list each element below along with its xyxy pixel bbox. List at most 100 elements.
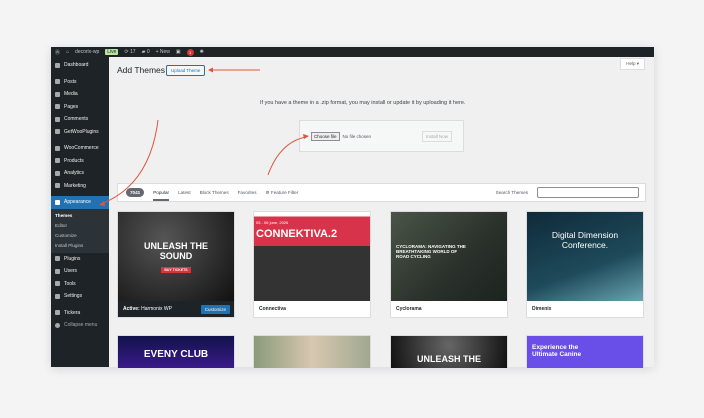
sidebar-item-comments[interactable]: Comments [51,113,109,126]
submenu-themes[interactable]: Themes [51,211,109,221]
collapse-menu-button[interactable]: Collapse menu [51,319,109,332]
pin-icon [55,79,60,85]
theme-card[interactable]: Experience the Ultimate Canine [526,335,644,368]
ticket-icon [55,310,60,316]
label: Pages [64,103,79,110]
theme-screenshot[interactable]: EVENY CLUB [118,336,234,368]
search-themes-input[interactable] [537,187,639,198]
theme-card[interactable] [253,335,371,368]
sidebar-item-settings[interactable]: Settings [51,290,109,303]
theme-name: Dimenix [532,306,552,312]
tab-favorites[interactable]: Favorites [238,190,257,195]
label: Products [64,157,84,164]
upload-theme-button[interactable]: Upload Theme [166,65,206,76]
theme-card-cyclorama[interactable]: CYCLORAMA: NAVIGATING THE BREATHTAKING W… [390,211,508,318]
submenu-customize[interactable]: Customize [51,231,109,241]
preview-text: EVENY CLUB [143,349,209,360]
sidebar-item-tools[interactable]: Tools [51,278,109,291]
label: Tools [64,280,76,287]
megaphone-icon [55,183,60,189]
theme-card-connectiva[interactable]: 05 - 06 june, 2026 CONNEKTIVA.2 Connectiv… [253,211,371,318]
theme-caption: Connectiva [254,301,370,317]
sidebar-item-woocommerce[interactable]: WooCommerce [51,142,109,155]
theme-card[interactable]: EVENY CLUB [117,335,235,368]
wordpress-logo-icon[interactable]: Ⓦ [55,49,60,56]
preview-text: Digital Dimension Conference. [551,230,619,250]
upload-description: If you have a theme in a .zip format, yo… [260,100,466,106]
theme-screenshot[interactable]: 05 - 06 june, 2026 CONNEKTIVA.2 [254,212,370,301]
label: Media [64,91,78,98]
tab-latest[interactable]: Latest [178,190,191,195]
settings-icon[interactable]: ✺ [200,49,204,55]
theme-caption: Active: Harmonix WP Customize [118,301,234,317]
help-tab[interactable]: Help ▾ [620,58,645,70]
theme-count: 7041 [126,188,145,197]
tab-block-themes[interactable]: Block Themes [200,190,229,195]
label: Marketing [64,182,86,189]
theme-name: Connectiva [259,306,286,312]
theme-card-dimenix[interactable]: Digital Dimension Conference. Dimenix [526,211,644,318]
sidebar-item-posts[interactable]: Posts [51,76,109,89]
site-name-link[interactable]: decorix-wp [75,49,99,55]
label: WooCommerce [64,145,99,152]
collapse-icon [55,322,60,328]
brush-icon [55,199,60,205]
theme-screenshot[interactable]: Experience the Ultimate Canine [527,336,643,368]
label: Tickera [64,309,81,316]
updates-icon[interactable]: ⟳ 17 [124,49,135,55]
pages-icon [55,104,60,110]
sidebar-item-analytics[interactable]: Analytics [51,167,109,180]
yoast-icon[interactable]: ▣ [176,49,181,55]
theme-card[interactable]: UNLEASH THE [390,335,508,368]
theme-screenshot[interactable]: CYCLORAMA: NAVIGATING THE BREATHTAKING W… [391,212,507,301]
theme-name: Harmonix WP [141,306,172,312]
page-title: Add Themes [117,65,166,75]
comments-icon[interactable]: ▰ 0 [142,49,150,55]
install-now-button[interactable]: Install Now [421,130,452,142]
label: Analytics [64,170,85,177]
theme-screenshot[interactable]: Digital Dimension Conference. [527,212,643,301]
users-icon [55,268,60,274]
sidebar-item-users[interactable]: Users [51,265,109,278]
sidebar-item-plugins[interactable]: Plugins [51,253,109,266]
browser-window: Ⓦ ⌂ decorix-wp Live ⟳ 17 ▰ 0 + New ▣ 1 ✺ D… [51,47,654,368]
theme-name: Cyclorama [396,306,422,312]
sidebar-item-media[interactable]: Media [51,88,109,101]
theme-card-harmonix[interactable]: UNLEASH THE SOUND BUY TICKETS Active: Har… [117,211,235,318]
sidebar-item-pages[interactable]: Pages [51,101,109,114]
sidebar-item-tickera[interactable]: Tickera [51,307,109,320]
appearance-submenu: Themes Editor Customize Install Plugins [51,208,109,253]
feature-filter-button[interactable]: ⚙ Feature Filter [266,190,299,196]
tab-popular[interactable]: Popular [153,185,170,201]
submenu-install-plugins[interactable]: Install Plugins [51,241,109,251]
submenu-editor[interactable]: Editor [51,221,109,231]
notification-badge: 1 [186,48,194,56]
plug-icon [55,256,60,262]
theme-screenshot[interactable]: UNLEASH THE [391,336,507,368]
preview-text: Experience the Ultimate Canine [532,344,582,359]
main-content: Add Themes Upload Theme Help ▾ If you ha… [109,57,654,368]
sidebar-item-marketing[interactable]: Marketing [51,180,109,193]
upload-form: Choose file No file chosen Install Now [299,120,464,152]
preview-text: CONNEKTIVA.2 [256,228,338,240]
customize-button[interactable]: Customize [200,304,230,314]
label: Appearance [64,199,91,206]
label: Settings [64,293,83,300]
admin-sidebar: Dashboard Posts Media Pages Comments Get… [51,57,109,367]
new-button[interactable]: + New [156,49,170,55]
comment-icon [55,116,60,122]
preview-text: UNLEASH THE [416,354,481,364]
live-badge: Live [105,49,119,55]
sidebar-item-dashboard[interactable]: Dashboard [51,59,109,72]
home-icon: ⌂ [66,49,70,55]
file-status: No file chosen [342,133,372,139]
theme-screenshot[interactable] [254,336,370,368]
preview-subtext: 05 - 06 june, 2026 [256,220,289,225]
theme-screenshot[interactable]: UNLEASH THE SOUND BUY TICKETS [118,212,234,301]
label: Collapse menu [64,322,98,329]
sidebar-item-products[interactable]: Products [51,155,109,168]
comments-count: 0 [146,49,150,55]
sidebar-item-getwooplugins[interactable]: GetWooPlugins [51,126,109,139]
choose-file-button[interactable]: Choose file [311,131,340,141]
sidebar-item-appearance[interactable]: Appearance [51,196,109,209]
